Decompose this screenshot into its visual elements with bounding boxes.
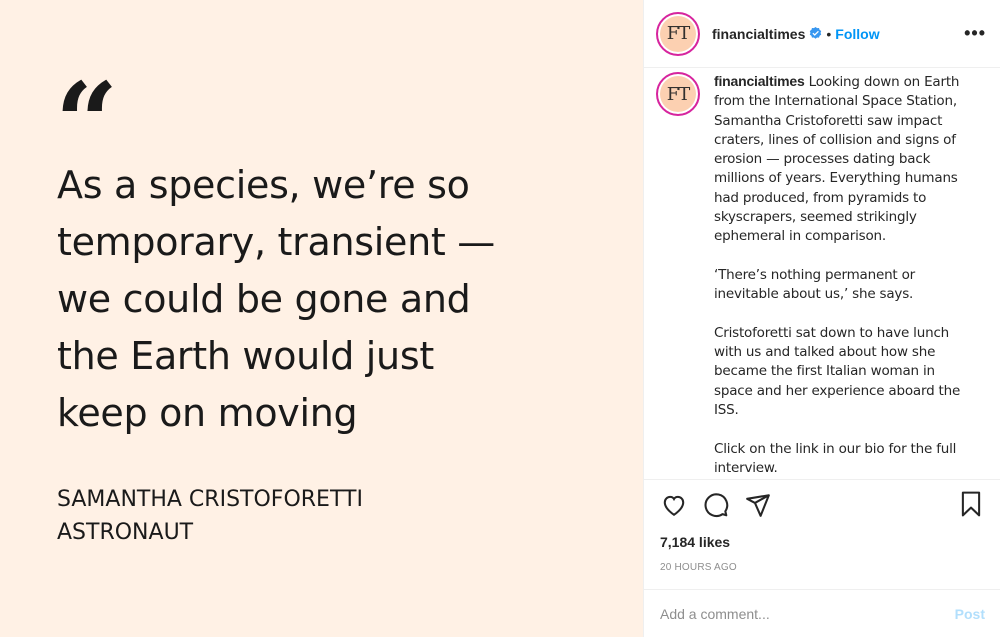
share-button[interactable] bbox=[744, 491, 772, 519]
attribution-name: SAMANTHA CRISTOFORETTI bbox=[57, 487, 363, 512]
action-section: 7,184 likes 20 HOURS AGO bbox=[644, 479, 1000, 589]
post-timestamp[interactable]: 20 HOURS AGO bbox=[660, 562, 985, 573]
header-username[interactable]: financialtimes bbox=[712, 26, 805, 42]
post-button[interactable]: Post bbox=[955, 606, 985, 622]
attribution: SAMANTHA CRISTOFORETTI ASTRONAUT bbox=[57, 483, 363, 549]
caption-username[interactable]: financialtimes bbox=[714, 73, 805, 89]
follow-button[interactable]: Follow bbox=[835, 26, 879, 42]
quote-text: As a species, we’re so temporary, transi… bbox=[57, 163, 495, 435]
avatar[interactable]: FT bbox=[656, 11, 700, 56]
bookmark-icon bbox=[961, 491, 981, 517]
like-button[interactable] bbox=[660, 491, 688, 519]
verified-badge-icon bbox=[810, 27, 822, 39]
comment-input[interactable] bbox=[660, 605, 955, 622]
save-button[interactable] bbox=[957, 490, 985, 518]
more-options-icon[interactable]: ••• bbox=[964, 24, 986, 42]
caption-area[interactable]: FT financialtimes Looking down on Earth … bbox=[644, 68, 1000, 479]
caption-avatar[interactable]: FT bbox=[656, 72, 700, 116]
caption-content: Looking down on Earth from the Internati… bbox=[714, 74, 961, 476]
caption-row: FT financialtimes Looking down on Earth … bbox=[656, 72, 989, 478]
likes-count[interactable]: 7,184 likes bbox=[660, 534, 985, 550]
caption-avatar-logo: FT bbox=[666, 83, 690, 105]
send-icon bbox=[746, 494, 770, 517]
attribution-role: ASTRONAUT bbox=[57, 520, 194, 545]
post-sidebar: FT financialtimes • Follow ••• FT financ… bbox=[643, 0, 1000, 637]
heart-icon bbox=[663, 495, 685, 516]
comment-button[interactable] bbox=[702, 491, 730, 519]
comment-form: Post bbox=[644, 589, 1000, 637]
action-icons bbox=[660, 490, 985, 520]
comment-bubble-icon bbox=[704, 493, 729, 517]
post-header: FT financialtimes • Follow ••• bbox=[644, 0, 1000, 68]
avatar-logo: FT bbox=[666, 23, 690, 44]
header-separator: • bbox=[826, 25, 832, 42]
post-image[interactable]: “ As a species, we’re so temporary, tran… bbox=[0, 0, 643, 637]
caption-text: financialtimes Looking down on Earth fro… bbox=[714, 72, 976, 478]
